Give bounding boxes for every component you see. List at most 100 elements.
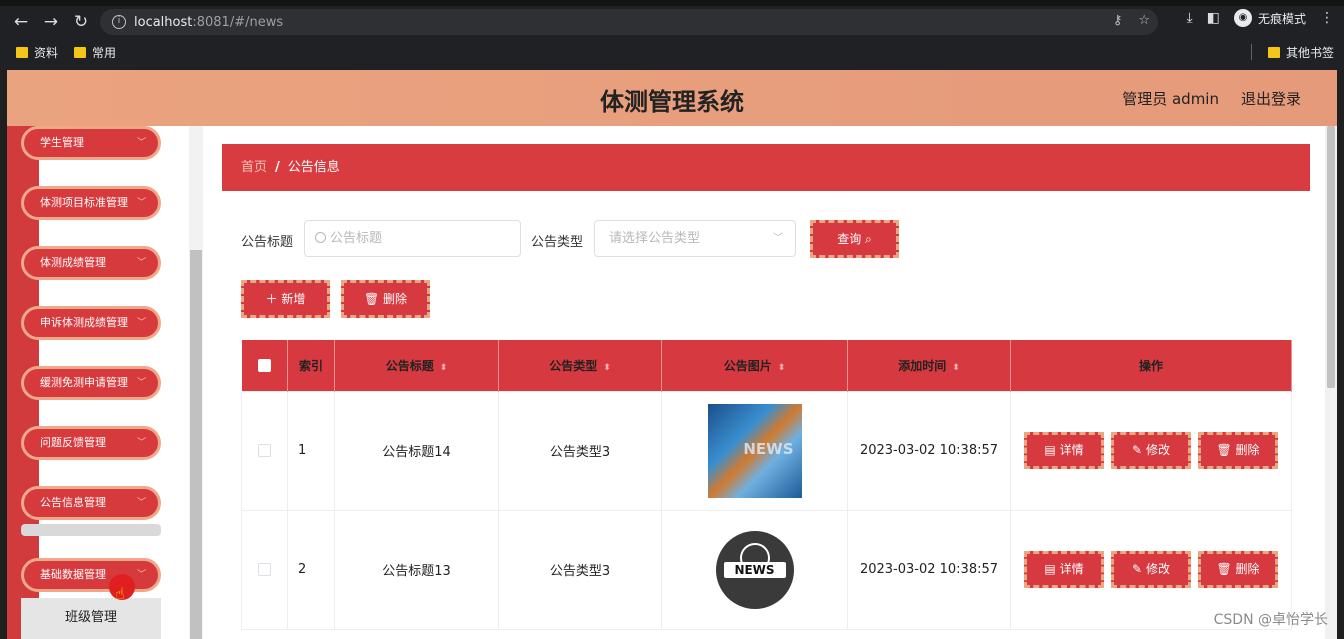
forward-icon[interactable]: →	[36, 7, 66, 37]
address-bar[interactable]: i localhost:8081/#/news ⚷ ☆	[100, 9, 1158, 35]
breadcrumb: 首页 / 公告信息	[222, 144, 1310, 191]
add-button-label: 新增	[281, 292, 306, 306]
detail-button[interactable]: ▤ 详情	[1024, 432, 1104, 469]
side-panel-icon[interactable]: ◧	[1207, 10, 1220, 26]
col-time[interactable]: 添加时间 ⬍	[847, 340, 1011, 391]
row-checkbox[interactable]	[258, 563, 271, 576]
sidebar-item-test-standards[interactable]: 体测项目标准管理 ﹀	[21, 186, 161, 220]
detail-button[interactable]: ▤ 详情	[1024, 551, 1104, 588]
table-header-row: 索引 公告标题 ⬍ 公告类型 ⬍ 公告图片 ⬍ 添加时间 ⬍ 操作	[241, 340, 1292, 391]
folder-icon	[1267, 47, 1280, 58]
sidebar: 学生管理 ﹀ 体测项目标准管理 ﹀ 体测成绩管理 ﹀ 申诉体测成绩管理 ﹀ 缓测免测申请…	[7, 126, 203, 639]
other-bookmarks[interactable]: 其他书签	[1267, 44, 1334, 61]
incognito-indicator[interactable]: ◉ 无痕模式	[1233, 9, 1306, 27]
address-row: ← → ↻ i localhost:8081/#/news ⚷ ☆ ⤓ ◧ ◉ …	[0, 6, 1344, 38]
select-all-checkbox[interactable]	[257, 359, 271, 373]
incognito-icon: ◉	[1233, 9, 1252, 27]
key-icon[interactable]: ⚷	[1113, 13, 1123, 28]
bookmark-folder-1[interactable]: 资料	[16, 44, 58, 61]
type-select[interactable]: 请选择公告类型 ﹀	[594, 220, 796, 257]
chevron-down-icon: ﹀	[136, 498, 146, 508]
row-title: 公告标题14	[334, 390, 499, 511]
pencil-icon: ✎	[1132, 443, 1143, 457]
main-content: 首页 / 公告信息 公告标题 公告标题 公告类型 请选择公告类型 ﹀ 查询 ⌕ ＋ 新…	[203, 126, 1325, 639]
edit-label: 修改	[1145, 443, 1170, 457]
delete-button[interactable]: 🗑 删除	[1198, 432, 1278, 469]
edit-button[interactable]: ✎ 修改	[1111, 551, 1191, 588]
chevron-down-icon: ﹀	[136, 258, 146, 268]
menu-kebab-icon[interactable]: ⋮	[1320, 10, 1334, 26]
news-thumbnail[interactable]: NEWS	[707, 403, 802, 498]
app-header: 体测管理系统 管理员 admin 退出登录	[7, 70, 1337, 126]
main-scrollbar[interactable]	[1325, 126, 1337, 639]
sidebar-item-feedback[interactable]: 问题反馈管理 ﹀	[21, 426, 161, 460]
sidebar-item-test-scores[interactable]: 体测成绩管理 ﹀	[21, 246, 161, 280]
bookmark-label: 常用	[92, 45, 117, 60]
sort-icon[interactable]: ⬍	[952, 363, 960, 373]
col-type[interactable]: 公告类型 ⬍	[498, 340, 662, 391]
row-image-cell: NEWS	[661, 390, 848, 511]
sidebar-item-announcements[interactable]: 公告信息管理 ﹀	[21, 486, 161, 520]
url-path: :8081/#/news	[192, 14, 284, 30]
row-checkbox[interactable]	[258, 444, 271, 457]
sidebar-item-score-appeals[interactable]: 申诉体测成绩管理 ﹀	[21, 306, 161, 340]
search-icon	[315, 232, 326, 243]
sidebar-item-label: 体测成绩管理	[40, 256, 106, 269]
col-time-label: 添加时间	[898, 358, 947, 373]
star-icon[interactable]: ☆	[1138, 13, 1150, 28]
col-title-label: 公告标题	[385, 358, 434, 373]
row-select-cell[interactable]	[241, 509, 288, 630]
logout-link[interactable]: 退出登录	[1241, 88, 1301, 109]
news-image-text: NEWS	[743, 439, 794, 458]
edit-button[interactable]: ✎ 修改	[1111, 432, 1191, 469]
row-index: 2	[287, 509, 335, 630]
sidebar-item-label: 学生管理	[40, 136, 84, 149]
news-globe-thumbnail[interactable]: NEWS	[715, 530, 794, 609]
document-icon: ▤	[1044, 443, 1056, 457]
col-image[interactable]: 公告图片 ⬍	[661, 340, 848, 391]
trash-icon: 🗑	[363, 292, 380, 306]
sidebar-item-students[interactable]: 学生管理 ﹀	[21, 126, 161, 160]
batch-delete-button[interactable]: 🗑 删除	[341, 280, 430, 318]
news-image-text: NEWS	[723, 561, 786, 578]
type-search-label: 公告类型	[531, 235, 584, 250]
back-icon[interactable]: ←	[6, 7, 36, 37]
batch-delete-label: 删除	[383, 292, 408, 306]
reload-icon[interactable]: ↻	[66, 7, 96, 37]
sidebar-item-base-data[interactable]: 基础数据管理 ﹀	[21, 558, 161, 592]
sort-icon[interactable]: ⬍	[440, 363, 448, 373]
plus-icon: ＋	[265, 292, 278, 306]
sort-icon[interactable]: ⬍	[603, 363, 611, 373]
title-search-input[interactable]: 公告标题	[304, 220, 521, 257]
trash-icon: 🗑	[1216, 443, 1232, 457]
bookmarks-bar: 资料 常用 其他书签	[0, 40, 1344, 64]
hand-cursor-icon: ☝	[115, 584, 125, 603]
sort-icon[interactable]: ⬍	[778, 363, 786, 373]
col-title[interactable]: 公告标题 ⬍	[334, 340, 499, 391]
submenu-item-class[interactable]: 班级管理	[21, 598, 161, 639]
chevron-down-icon: ﹀	[773, 233, 783, 244]
breadcrumb-separator: /	[275, 160, 280, 175]
breadcrumb-home[interactable]: 首页	[241, 160, 267, 175]
row-actions: ▤ 详情 ✎ 修改 🗑 删除	[1010, 390, 1292, 511]
query-button[interactable]: 查询 ⌕	[810, 220, 899, 258]
row-image-cell: NEWS	[661, 509, 848, 630]
sidebar-item-exemptions[interactable]: 缓测免测申请管理 ﹀	[21, 366, 161, 400]
document-icon: ▤	[1044, 562, 1056, 576]
row-title: 公告标题13	[334, 509, 499, 630]
table-row: 2 公告标题13 公告类型3 NEWS 2023-03-02 10:38:57 …	[241, 509, 1292, 630]
sidebar-scrollbar[interactable]	[189, 126, 203, 639]
row-index: 1	[287, 390, 335, 511]
bookmark-folder-2[interactable]: 常用	[74, 44, 116, 61]
announcement-table: 索引 公告标题 ⬍ 公告类型 ⬍ 公告图片 ⬍ 添加时间 ⬍ 操作 1 公告标题14 公…	[241, 340, 1292, 630]
main-scrollbar-thumb[interactable]	[1327, 126, 1335, 388]
query-button-label: 查询	[837, 232, 862, 246]
delete-button[interactable]: 🗑 删除	[1198, 551, 1278, 588]
add-button[interactable]: ＋ 新增	[241, 280, 330, 318]
chevron-down-icon: ﹀	[136, 318, 146, 328]
row-select-cell[interactable]	[241, 390, 288, 511]
download-icon[interactable]: ⤓	[1187, 10, 1193, 26]
select-all-header[interactable]	[241, 340, 288, 391]
sidebar-scrollbar-thumb[interactable]	[190, 250, 202, 639]
site-info-icon[interactable]: i	[112, 15, 126, 29]
